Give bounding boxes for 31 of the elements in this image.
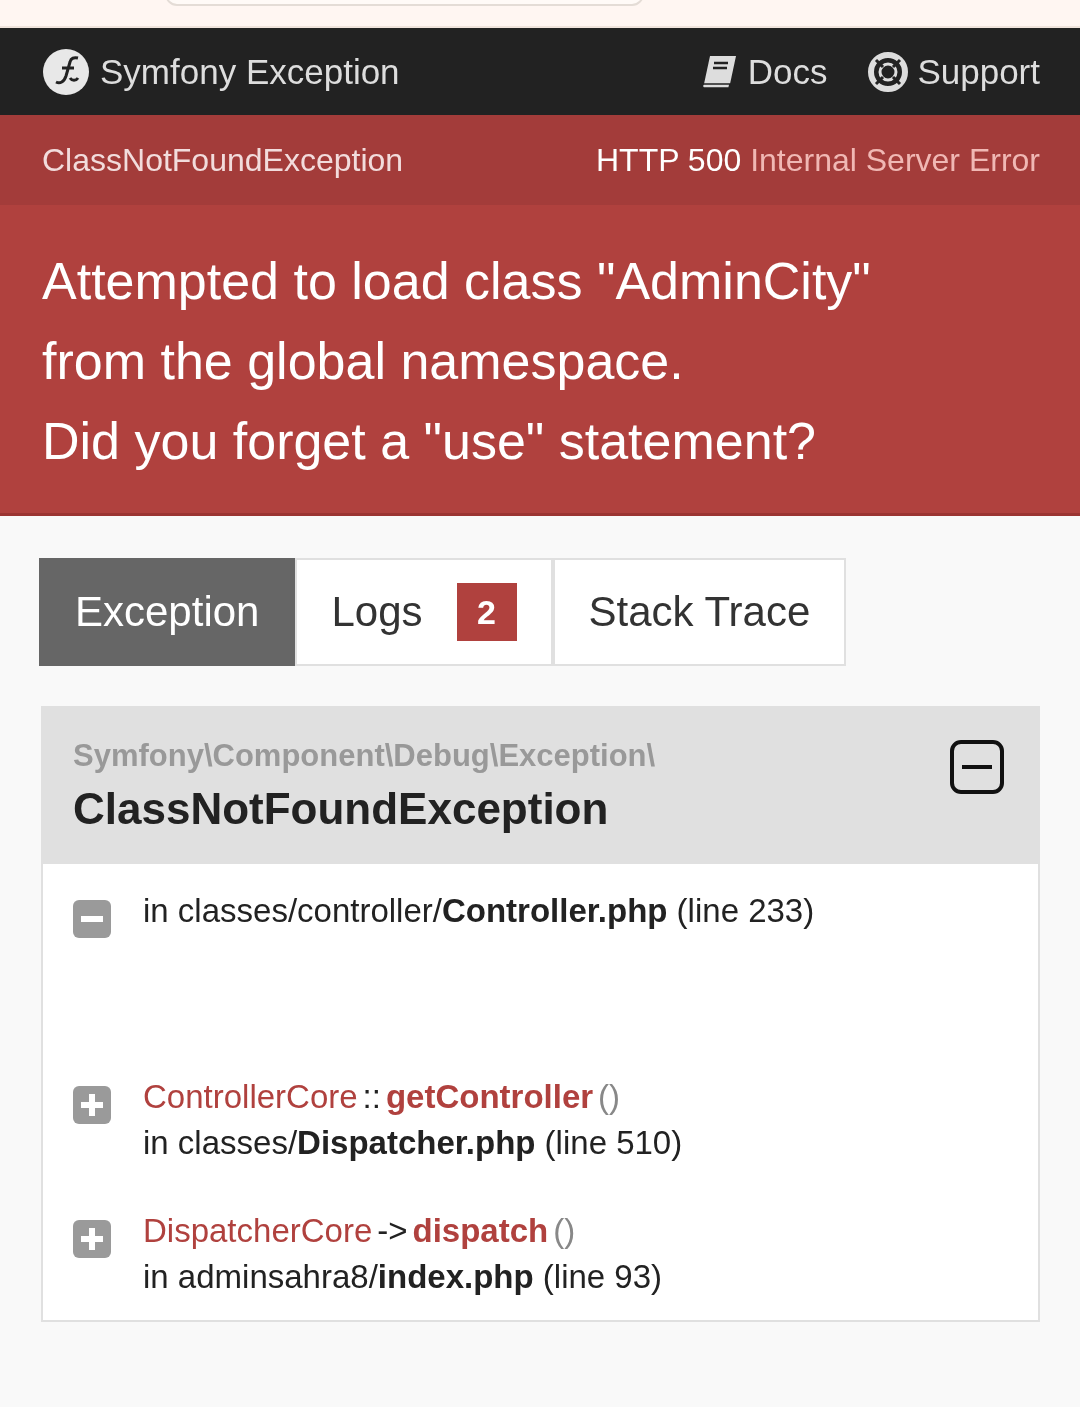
file-location: in classes/controller/Controller.php (line 233) — [143, 892, 815, 930]
tab[interactable]: Exception — [39, 558, 296, 666]
count-badge: 2 — [456, 583, 517, 641]
call-arguments: () — [598, 1078, 621, 1116]
call-operator: -> — [377, 1212, 408, 1250]
file-location: in classes/Dispatcher.php (line 510) — [143, 1124, 683, 1162]
exception-namespace: Symfony\Component\Debug\Exception\ — [73, 738, 656, 774]
docs-link[interactable]: Docs — [699, 50, 828, 93]
support-link[interactable]: Support — [867, 50, 1040, 93]
call-operator: :: — [362, 1078, 381, 1116]
symfony-logo-icon — [42, 47, 90, 96]
exception-class: ClassNotFoundException — [73, 784, 610, 834]
expand-icon[interactable] — [73, 1086, 111, 1124]
class-name: DispatcherCore — [143, 1212, 373, 1250]
tab[interactable]: Logs 2 — [295, 558, 553, 666]
lifebuoy-icon — [867, 50, 910, 93]
app-title: Symfony Exception — [100, 51, 400, 92]
tab[interactable]: Stack Trace — [552, 558, 847, 666]
file-location: in adminsahra8/index.php (line 93) — [143, 1258, 663, 1296]
class-name: ControllerCore — [143, 1078, 358, 1116]
http-status-text: Internal Server Error — [750, 141, 1040, 178]
exception-message: Attempted to load class "AdminCity" — [42, 251, 872, 312]
http-status-code: HTTP 500 — [596, 141, 742, 178]
function-name: dispatch — [412, 1212, 549, 1250]
collapse-icon[interactable] — [950, 740, 1004, 794]
exception-message: from the global namespace. — [42, 331, 685, 392]
exception-message: Did you forget a "use" statement? — [42, 411, 817, 472]
function-name: getController — [385, 1078, 594, 1116]
expand-icon[interactable] — [73, 1220, 111, 1258]
exception-name: ClassNotFoundException — [42, 141, 404, 179]
call-arguments: () — [553, 1212, 576, 1250]
